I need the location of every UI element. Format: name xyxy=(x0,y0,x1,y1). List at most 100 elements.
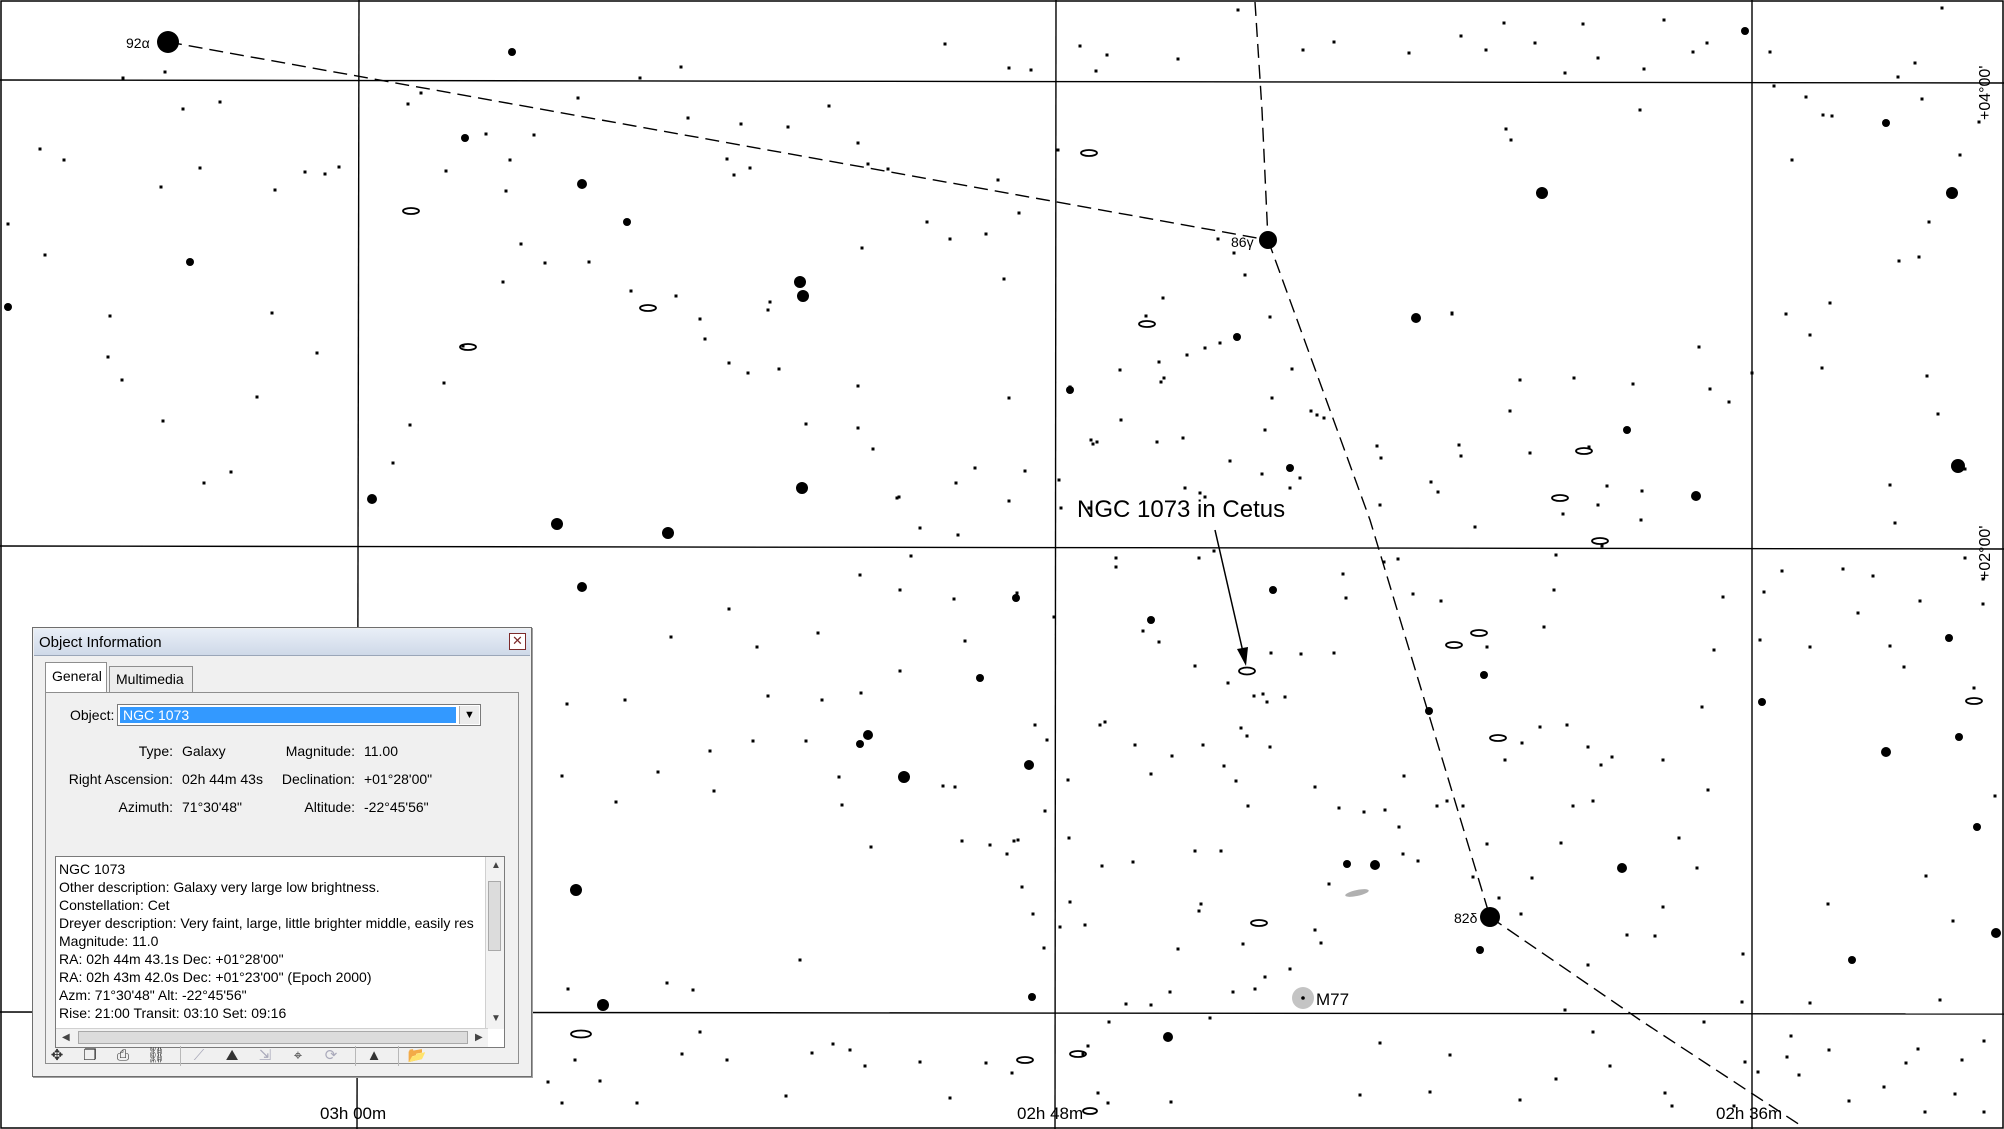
star xyxy=(1232,251,1236,255)
star-label-86gamma: 86γ xyxy=(1231,234,1254,250)
star xyxy=(1958,153,1962,157)
m77-marker[interactable] xyxy=(1292,987,1314,1009)
star xyxy=(1344,596,1348,600)
detail-line: RA: 02h 43m 42.0s Dec: +01°23'00" (Epoch… xyxy=(59,969,372,985)
star xyxy=(1313,785,1317,789)
star xyxy=(848,1048,852,1052)
star xyxy=(1147,616,1155,624)
slew-icon[interactable]: ⇲ xyxy=(253,1044,277,1068)
star-92-alpha[interactable] xyxy=(157,31,179,53)
tab-multimedia[interactable]: Multimedia xyxy=(109,666,193,692)
star xyxy=(546,1080,550,1084)
center-icon[interactable]: ✥ xyxy=(45,1044,69,1068)
star xyxy=(1269,586,1277,594)
star xyxy=(1721,595,1725,599)
star xyxy=(1396,557,1400,561)
track-icon[interactable]: ⌖ xyxy=(286,1044,310,1068)
close-icon: ✕ xyxy=(512,633,523,648)
star xyxy=(1017,211,1021,215)
star xyxy=(1741,27,1749,35)
star xyxy=(1031,912,1035,916)
up-icon[interactable]: ▲ xyxy=(362,1044,386,1068)
star xyxy=(1882,119,1890,127)
star-86-gamma[interactable] xyxy=(1259,231,1277,249)
star xyxy=(1591,1030,1595,1034)
star xyxy=(732,173,736,177)
star xyxy=(816,631,820,635)
star xyxy=(1118,368,1122,372)
star xyxy=(869,845,873,849)
star xyxy=(1586,963,1590,967)
star xyxy=(1518,378,1522,382)
horizon-icon[interactable]: ⛰ xyxy=(220,1044,244,1068)
star xyxy=(1653,934,1657,938)
sync-icon[interactable]: ⟳ xyxy=(319,1044,343,1068)
star xyxy=(863,1064,867,1068)
star xyxy=(1610,755,1614,759)
scroll-up-arrow-icon[interactable]: ▲ xyxy=(491,860,501,871)
star xyxy=(786,125,790,129)
star xyxy=(1758,698,1766,706)
star xyxy=(1596,56,1600,60)
star xyxy=(576,96,580,100)
star xyxy=(1253,987,1257,991)
general-panel: Object: NGC 1073 ▼ Type: Galaxy Magnitud… xyxy=(45,692,519,1064)
star xyxy=(1234,779,1238,783)
star xyxy=(1114,556,1118,560)
star xyxy=(1503,758,1507,762)
star xyxy=(1379,456,1383,460)
star xyxy=(181,107,185,111)
star xyxy=(1045,738,1049,742)
star xyxy=(577,179,587,189)
star xyxy=(1480,671,1488,679)
details-textbox[interactable]: NGC 1073 Other description: Galaxy very l… xyxy=(55,856,505,1048)
star xyxy=(638,76,642,80)
toolbar-separator xyxy=(180,1046,181,1066)
star xyxy=(1029,68,1033,72)
star xyxy=(1951,919,1955,923)
tab-general[interactable]: General xyxy=(45,662,107,692)
star xyxy=(1309,409,1313,413)
link-icon[interactable]: ⛓ xyxy=(144,1044,168,1068)
star xyxy=(784,1094,788,1098)
measure-icon[interactable]: ⟋ xyxy=(187,1044,211,1068)
star xyxy=(504,189,508,193)
combo-dropdown-button[interactable]: ▼ xyxy=(459,706,479,724)
copy-icon[interactable]: ❐ xyxy=(78,1044,102,1068)
star xyxy=(686,116,690,120)
star xyxy=(727,607,731,611)
object-combobox[interactable]: NGC 1073 ▼ xyxy=(117,704,481,726)
star xyxy=(1963,467,1967,471)
star xyxy=(1218,341,1222,345)
star xyxy=(1183,486,1187,490)
close-button[interactable]: ✕ xyxy=(509,633,526,650)
vertical-scroll-thumb[interactable] xyxy=(488,881,501,951)
open-folder-icon[interactable]: 📂 xyxy=(405,1044,429,1068)
star xyxy=(1016,838,1020,842)
star xyxy=(727,361,731,365)
star xyxy=(1436,490,1440,494)
object-information-dialog[interactable]: Object Information ✕ General Multimedia … xyxy=(32,627,532,1077)
star xyxy=(1383,808,1387,812)
star xyxy=(1727,400,1731,404)
star xyxy=(953,785,957,789)
ra-label-0300: 03h 00m xyxy=(320,1104,386,1123)
star xyxy=(820,698,824,702)
star xyxy=(1197,909,1201,913)
ra-label-0236: 02h 36m xyxy=(1716,1104,1782,1123)
star xyxy=(6,222,10,226)
magnitude-label: Magnitude: xyxy=(285,743,355,759)
vertical-scrollbar[interactable]: ▲ ▼ xyxy=(485,857,504,1029)
star xyxy=(1871,574,1875,578)
star xyxy=(587,260,591,264)
star xyxy=(1098,723,1102,727)
star xyxy=(1378,1041,1382,1045)
print-icon[interactable]: ⎙ xyxy=(111,1044,135,1068)
star xyxy=(577,582,587,592)
star xyxy=(1459,34,1463,38)
star-82-delta[interactable] xyxy=(1480,907,1500,927)
star xyxy=(898,771,910,783)
dialog-titlebar[interactable]: Object Information ✕ xyxy=(34,629,530,656)
scroll-down-arrow-icon[interactable]: ▼ xyxy=(491,1013,501,1024)
star xyxy=(202,481,206,485)
